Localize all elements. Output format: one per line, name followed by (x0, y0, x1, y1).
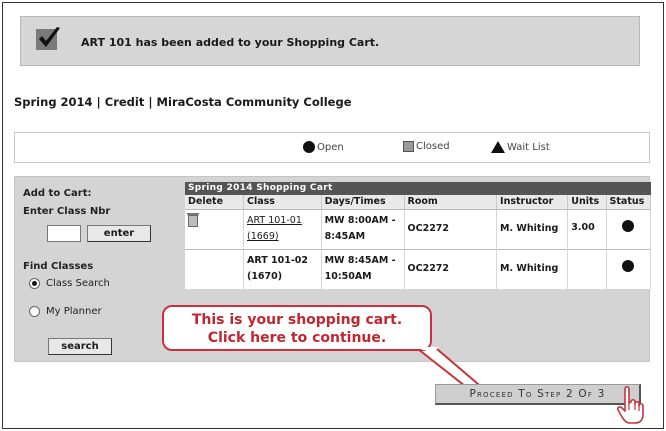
cart-table: Delete Class Days/Times Room Instructor … (185, 195, 652, 289)
status-legend: Open Closed Wait List (14, 132, 650, 163)
col-room: Room (404, 195, 498, 209)
table-row: ART 101-02 (1670) MW 8:45AM - 10:50AM OC… (185, 248, 652, 289)
trash-icon[interactable] (187, 212, 199, 227)
delete-cell (185, 248, 244, 289)
confirmation-text: ART 101 has been added to your Shopping … (81, 36, 380, 49)
find-classes-label: Find Classes (23, 261, 94, 272)
open-status-icon (622, 220, 635, 232)
add-to-cart-label: Add to Cart: (23, 188, 92, 199)
my-planner-option[interactable]: My Planner (29, 306, 102, 317)
class-search-radio[interactable] (29, 278, 40, 289)
instructor-cell: M. Whiting (496, 248, 569, 289)
open-icon (303, 141, 315, 153)
open-status-icon (622, 260, 635, 273)
shopping-cart: Spring 2014 Shopping Cart Delete Class D… (185, 182, 652, 289)
col-units: Units (567, 195, 607, 209)
legend-waitlist: Wait List (491, 141, 550, 153)
add-to-cart-section: Add to Cart: Enter Class Nbr enter Find … (15, 177, 185, 361)
cart-header-row: Delete Class Days/Times Room Instructor … (185, 195, 652, 209)
class-cell[interactable]: ART 101-01 (1669) (243, 208, 322, 249)
proceed-to-step-2-button[interactable]: Proceed To Step 2 Of 3 (435, 384, 641, 405)
hand-cursor-icon (617, 385, 644, 424)
callout-bubble: This is your shopping cart. Click here t… (162, 305, 432, 351)
col-status: Status (606, 195, 652, 209)
delete-cell (185, 208, 244, 249)
table-row: ART 101-01 (1669) MW 8:00AM - 8:45AM OC2… (185, 208, 652, 249)
enter-class-nbr-label: Enter Class Nbr (23, 206, 111, 217)
days-times-cell: MW 8:00AM - 8:45AM (321, 208, 405, 249)
search-button[interactable]: search (48, 338, 112, 355)
room-cell: OC2272 (404, 248, 498, 289)
callout-line-1: This is your shopping cart. (191, 312, 403, 328)
my-planner-radio[interactable] (29, 306, 40, 317)
status-cell (606, 248, 652, 289)
waitlist-icon (491, 141, 505, 153)
class-label: ART 101-02 (246, 255, 309, 267)
legend-open: Open (303, 141, 344, 153)
class-nbr-link[interactable]: (1669) (247, 229, 318, 245)
col-delete: Delete (185, 195, 244, 209)
class-link[interactable]: ART 101-01 (247, 213, 318, 229)
class-cell: ART 101-02 (1670) (243, 248, 322, 289)
enter-button[interactable]: enter (87, 225, 151, 242)
term-heading: Spring 2014 | Credit | MiraCosta Communi… (14, 95, 352, 109)
class-search-option[interactable]: Class Search (29, 278, 110, 289)
cart-title: Spring 2014 Shopping Cart (185, 182, 651, 195)
col-class: Class (243, 195, 322, 209)
checkmark-icon (36, 27, 60, 50)
callout-line-2: Click here to continue. (207, 330, 387, 346)
col-days-times: Days/Times (321, 195, 405, 209)
room-cell: OC2272 (404, 208, 498, 249)
confirmation-message: ART 101 has been added to your Shopping … (20, 16, 640, 66)
closed-icon (403, 141, 414, 152)
class-nbr-label: (1670) (246, 271, 283, 283)
class-nbr-input[interactable] (47, 225, 81, 242)
days-times-cell: MW 8:45AM - 10:50AM (321, 248, 405, 289)
units-cell: 3.00 (567, 208, 607, 249)
legend-closed: Closed (403, 141, 450, 152)
status-cell (606, 208, 652, 249)
units-cell (567, 248, 607, 289)
col-instructor: Instructor (496, 195, 569, 209)
instructor-cell: M. Whiting (496, 208, 569, 249)
